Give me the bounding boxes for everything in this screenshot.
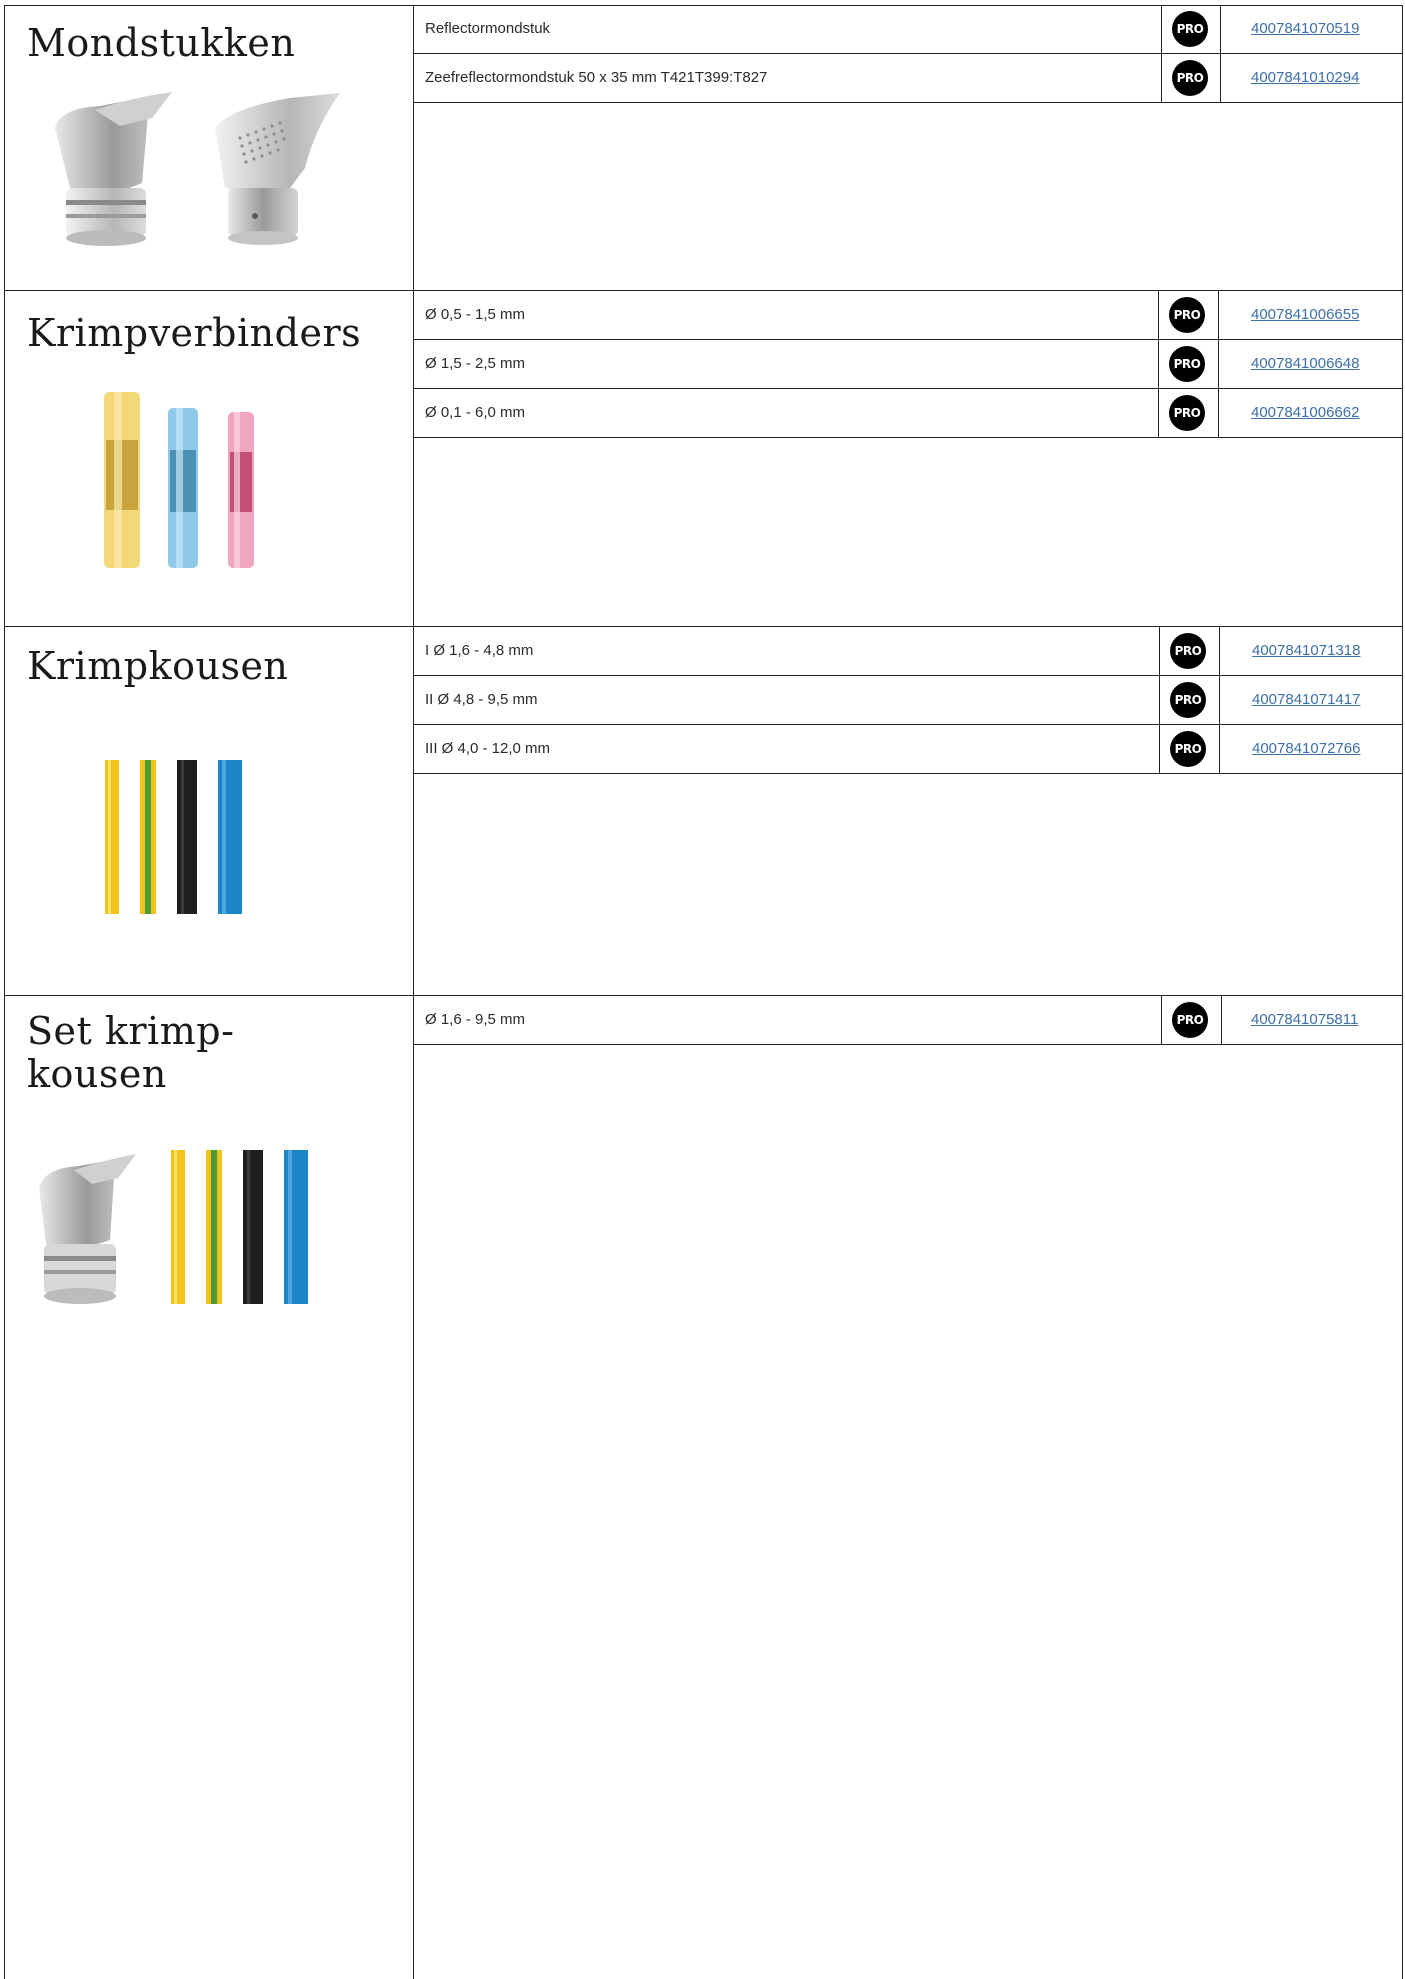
table-row: Ø 1,6 - 9,5 mm PRO 4007841075811 <box>413 996 1402 1045</box>
ean-link[interactable]: 4007841006648 <box>1251 340 1359 388</box>
section-title-line: kousen <box>27 1052 167 1096</box>
product-description: Ø 0,5 - 1,5 mm <box>425 306 526 323</box>
pro-badge: PRO <box>1172 11 1208 47</box>
ean-link[interactable]: 4007841006655 <box>1251 291 1359 339</box>
ean-link[interactable]: 4007841075811 <box>1251 996 1358 1044</box>
section-title-line: Mondstukken <box>27 21 296 65</box>
ean-link[interactable]: 4007841072766 <box>1252 725 1360 773</box>
section-title: Krimpkousen <box>27 645 288 688</box>
section-title: Set krimp- kousen <box>27 1010 234 1096</box>
table-row: III Ø 4,0 - 12,0 mm PRO 4007841072766 <box>413 725 1403 774</box>
pro-badge: PRO <box>1169 297 1205 333</box>
product-description: Reflectormondstuk <box>425 20 551 37</box>
table-row: I Ø 1,6 - 4,8 mm PRO 4007841071318 <box>413 627 1403 676</box>
product-description: III Ø 4,0 - 12,0 mm <box>425 740 551 757</box>
product-description: Zeefreflectormondstuk 50 x 35 mm T421T39… <box>425 69 768 86</box>
table-row: Ø 0,1 - 6,0 mm PRO 4007841006662 <box>413 389 1403 438</box>
ean-link[interactable]: 4007841006662 <box>1251 389 1359 437</box>
ean-link[interactable]: 4007841010294 <box>1251 54 1359 102</box>
table-row: II Ø 4,8 - 9,5 mm PRO 4007841071417 <box>413 676 1403 725</box>
section-title: Mondstukken <box>27 22 295 65</box>
table-row: Ø 0,5 - 1,5 mm PRO 4007841006655 <box>413 291 1403 340</box>
pro-badge: PRO <box>1170 731 1206 767</box>
table-row: Ø 1,5 - 2,5 mm PRO 4007841006648 <box>413 340 1403 389</box>
section-title: Krimpverbinders <box>27 312 361 355</box>
nozzle-image <box>55 92 340 246</box>
pro-badge: PRO <box>1172 1002 1208 1038</box>
product-description: Ø 1,6 - 9,5 mm <box>425 1011 526 1028</box>
table-row: Reflectormondstuk PRO 4007841070519 <box>413 5 1403 54</box>
section-title-line: Krimpverbinders <box>27 311 362 355</box>
product-description: I Ø 1,6 - 4,8 mm <box>425 642 534 659</box>
table-row: Zeefreflectormondstuk 50 x 35 mm T421T39… <box>413 54 1403 103</box>
ean-link[interactable]: 4007841070519 <box>1251 5 1359 53</box>
ean-link[interactable]: 4007841071318 <box>1252 627 1360 675</box>
pro-badge: PRO <box>1170 633 1206 669</box>
section-title-line: Set krimp- <box>27 1009 235 1053</box>
section-title-line: Krimpkousen <box>27 644 289 688</box>
pro-badge: PRO <box>1169 395 1205 431</box>
product-description: Ø 0,1 - 6,0 mm <box>425 404 526 421</box>
ean-link[interactable]: 4007841071417 <box>1252 676 1360 724</box>
pro-badge: PRO <box>1170 682 1206 718</box>
pro-badge: PRO <box>1169 346 1205 382</box>
shrink-tube-image <box>105 760 242 914</box>
product-description: II Ø 4,8 - 9,5 mm <box>425 691 538 708</box>
pro-badge: PRO <box>1172 60 1208 96</box>
product-description: Ø 1,5 - 2,5 mm <box>425 355 526 372</box>
shrink-tube-set-image <box>39 1150 308 1304</box>
crimp-connector-image <box>104 392 254 568</box>
